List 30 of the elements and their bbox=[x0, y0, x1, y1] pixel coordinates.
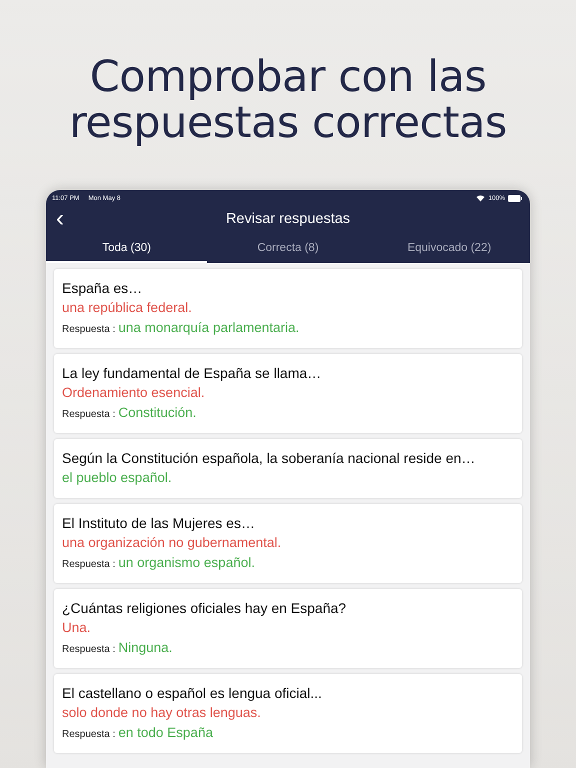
question-text: La ley fundamental de España se llama… bbox=[62, 364, 322, 383]
battery-icon bbox=[508, 194, 522, 202]
answer-label: Respuesta : bbox=[62, 643, 116, 657]
answer-label: Respuesta : bbox=[62, 323, 116, 337]
question-text: El Instituto de las Mujeres es… bbox=[62, 514, 256, 533]
filter-tab[interactable]: Toda (30) bbox=[46, 235, 208, 263]
question-text: España es… bbox=[62, 279, 144, 298]
given-answer: solo donde no hay otras lenguas. bbox=[62, 704, 262, 722]
answer-label: Respuesta : bbox=[62, 408, 116, 422]
question-text: Según la Constitución española, la soberanía nacional reside en… bbox=[62, 449, 476, 468]
correct-answer: en todo España bbox=[118, 724, 213, 742]
correct-answer: Ninguna. bbox=[118, 639, 172, 657]
screen-title: Revisar respuestas bbox=[226, 211, 350, 227]
question-text: El castellano o español es lengua oficial... bbox=[62, 684, 323, 703]
question-text: ¿Cuántas religiones oficiales hay en España? bbox=[62, 599, 348, 618]
correct-answer: Constitución. bbox=[118, 404, 196, 422]
given-answer: Ordenamiento esencial. bbox=[62, 384, 206, 402]
given-answer: una organización no gubernamental. bbox=[62, 534, 282, 552]
correct-answer: una monarquía parlamentaria. bbox=[118, 319, 300, 337]
correct-answer: un organismo español. bbox=[118, 554, 255, 572]
answer-label: Respuesta : bbox=[62, 728, 116, 742]
answer-label: Respuesta : bbox=[62, 558, 116, 572]
filter-tab[interactable]: Equivocado (22) bbox=[368, 235, 530, 263]
given-answer: el pueblo español. bbox=[62, 469, 173, 487]
back-button[interactable]: ‹ bbox=[50, 207, 70, 231]
headline: Comprobar con las respuestas correctas bbox=[68, 54, 508, 146]
given-answer: una república federal. bbox=[62, 299, 193, 317]
wifi-icon bbox=[476, 194, 486, 202]
given-answer: Una. bbox=[62, 619, 92, 637]
filter-tab[interactable]: Correcta (8) bbox=[207, 235, 369, 263]
